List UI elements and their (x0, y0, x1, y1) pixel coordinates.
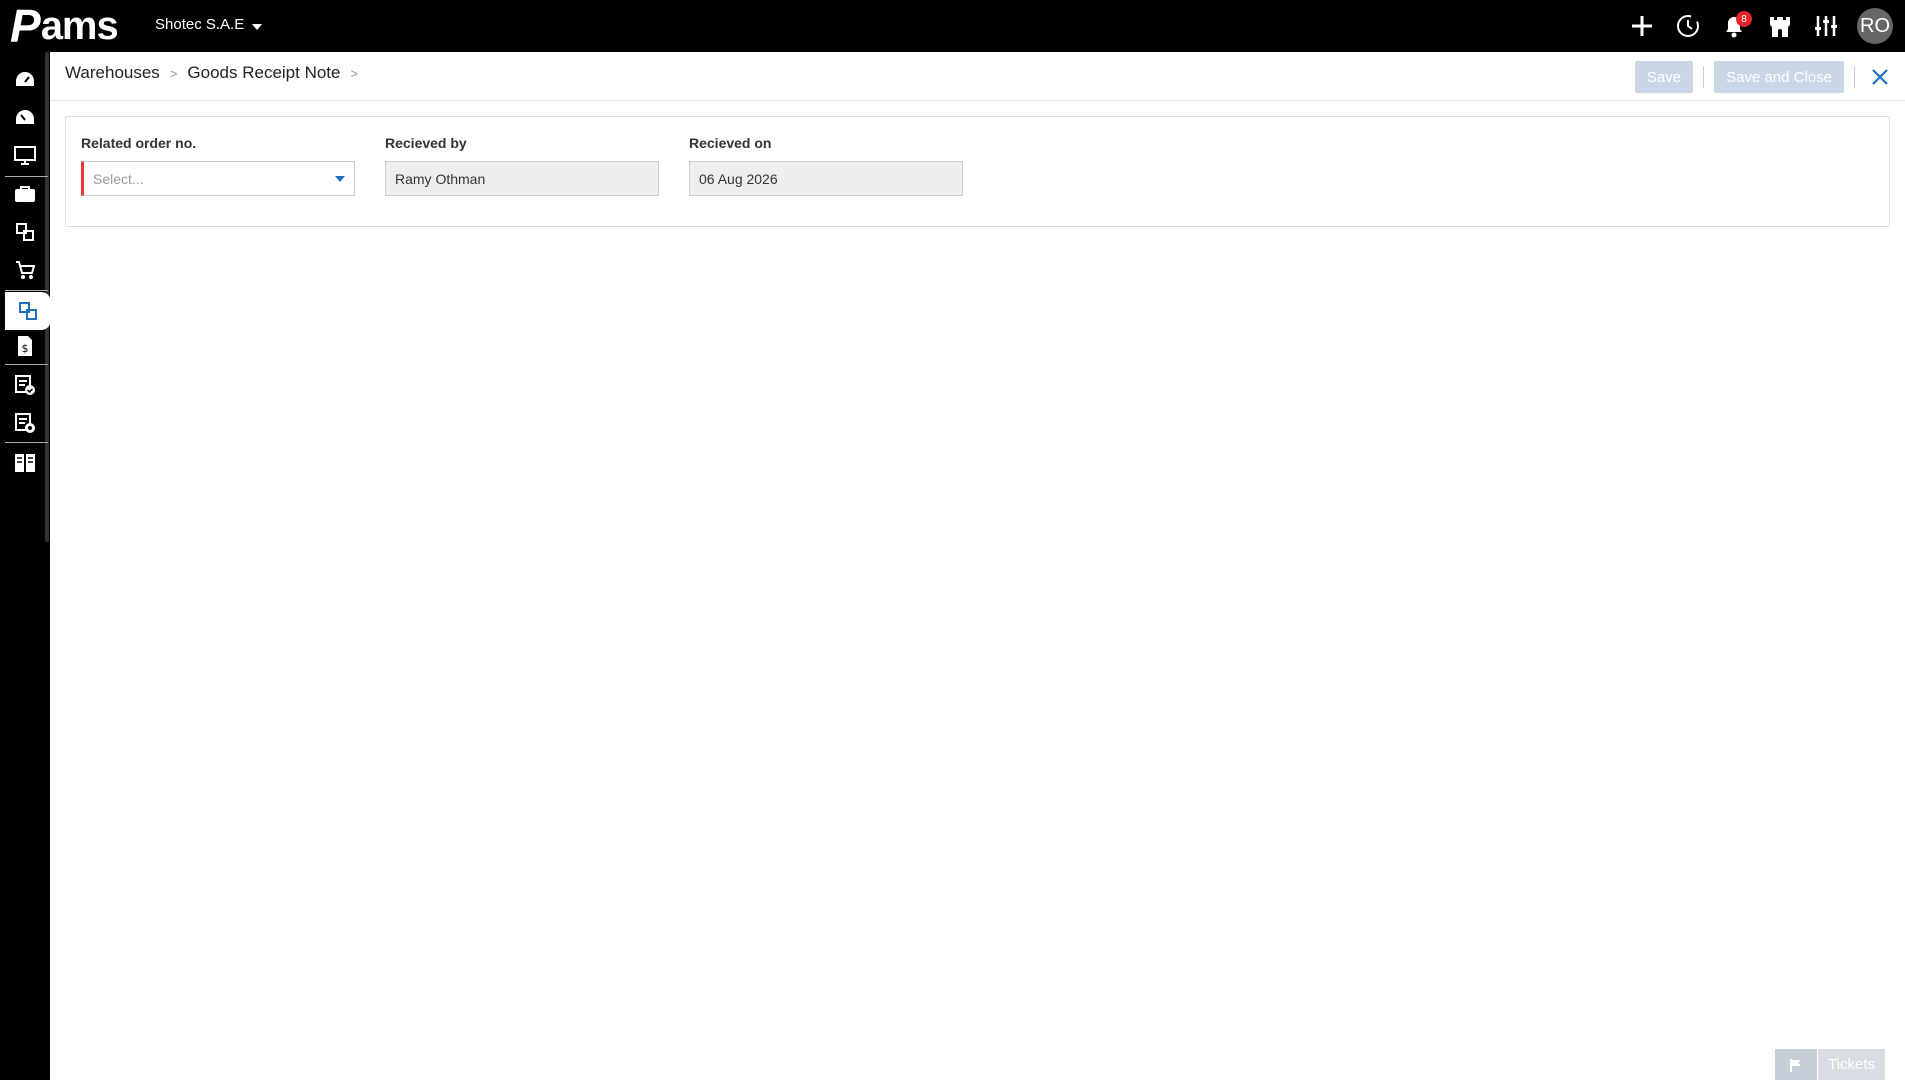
dashboard-icon (16, 72, 34, 86)
plus-icon[interactable] (1627, 11, 1657, 41)
sidebar-item-briefcase[interactable] (0, 175, 50, 213)
company-selector[interactable]: Shotec S.A.E (155, 16, 263, 33)
goods-receipt-form: Related order no. Select... Recieved by … (65, 116, 1890, 227)
sidebar-item-invoice[interactable]: $ (0, 327, 50, 365)
castle-icon[interactable] (1765, 11, 1795, 41)
related-order-placeholder: Select... (93, 170, 144, 187)
caret-down-icon (335, 175, 345, 182)
chevron-right-icon: > (169, 65, 178, 81)
chevron-right-icon: > (350, 65, 359, 81)
tickets-button[interactable]: Tickets (1775, 1049, 1885, 1080)
monitor-icon (14, 146, 36, 165)
modules-icon (16, 223, 34, 241)
app-logo[interactable]: Pams (10, 0, 119, 52)
sidebar: $ (0, 52, 51, 1080)
top-actions: 8 RO (1627, 0, 1893, 52)
received-on-input: 06 Aug 2026 (689, 161, 963, 196)
settings-doc-icon (15, 413, 35, 433)
action-divider (1854, 66, 1855, 88)
notification-badge: 8 (1736, 11, 1752, 27)
sidebar-divider (5, 290, 48, 291)
related-order-field: Related order no. Select... (81, 135, 355, 196)
user-avatar[interactable]: RO (1857, 8, 1893, 44)
related-order-label: Related order no. (81, 135, 197, 151)
save-button[interactable]: Save (1634, 61, 1694, 93)
logo-text: ams (40, 3, 119, 48)
reports-icon (15, 454, 35, 472)
sidebar-item-cart[interactable] (0, 251, 50, 289)
history-icon[interactable] (1673, 11, 1703, 41)
logo-letter: P (10, 0, 41, 52)
sidebar-item-modules[interactable] (0, 213, 50, 251)
sliders-icon[interactable] (1811, 11, 1841, 41)
breadcrumb-goods-receipt-note[interactable]: Goods Receipt Note (187, 63, 340, 83)
warehouse-icon (19, 302, 37, 320)
received-on-field: Recieved on 06 Aug 2026 (689, 135, 963, 196)
sidebar-item-dashboard[interactable] (0, 60, 50, 98)
sidebar-item-monitor[interactable] (0, 136, 50, 174)
sidebar-item-settings-doc[interactable] (0, 404, 50, 442)
header-actions: Save Save and Close (1634, 60, 1905, 94)
caret-down-icon (252, 24, 263, 30)
svg-text:$: $ (22, 342, 29, 355)
close-icon[interactable] (1865, 62, 1895, 92)
received-by-field: Recieved by Ramy Othman (385, 135, 659, 196)
dashboard-alt-icon (16, 110, 34, 124)
checklist-icon (15, 375, 35, 395)
invoice-icon: $ (18, 336, 32, 356)
flag-icon (1775, 1049, 1818, 1080)
top-bar: Pams Shotec S.A.E 8 RO (0, 0, 1905, 52)
cart-icon (16, 261, 36, 279)
breadcrumb: Warehouses > Goods Receipt Note > (65, 63, 362, 83)
company-name: Shotec S.A.E (155, 16, 245, 33)
page-header: Warehouses > Goods Receipt Note > Save S… (50, 52, 1905, 101)
received-by-input: Ramy Othman (385, 161, 659, 196)
related-order-select[interactable]: Select... (81, 161, 355, 196)
sidebar-item-warehouses[interactable] (5, 292, 51, 330)
bell-icon[interactable]: 8 (1719, 11, 1752, 41)
sidebar-item-checklist[interactable] (0, 366, 50, 404)
action-divider (1703, 66, 1705, 88)
sidebar-divider (5, 442, 48, 443)
sidebar-item-dashboard-alt[interactable] (0, 98, 50, 136)
tickets-label: Tickets (1818, 1049, 1885, 1080)
breadcrumb-warehouses[interactable]: Warehouses (65, 63, 160, 83)
sidebar-item-reports[interactable] (0, 444, 50, 482)
briefcase-icon (15, 186, 35, 202)
save-and-close-button[interactable]: Save and Close (1714, 61, 1844, 93)
received-on-label: Recieved on (689, 135, 772, 151)
received-by-label: Recieved by (385, 135, 467, 151)
